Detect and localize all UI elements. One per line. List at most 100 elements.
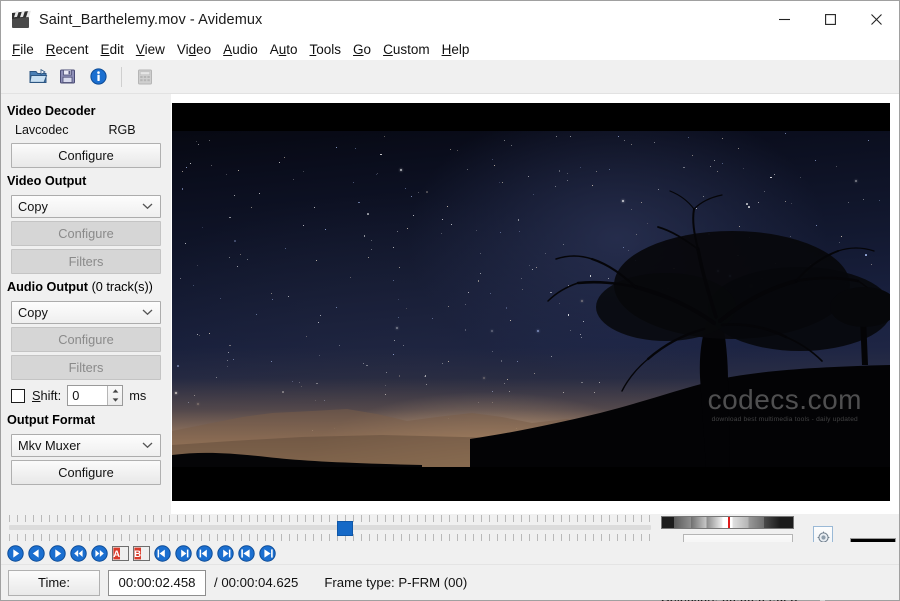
output-format-heading: Output Format	[7, 413, 96, 427]
star	[316, 259, 318, 261]
menu-auto[interactable]: Auto	[264, 40, 304, 59]
nav-set-marker-b-button[interactable]: B	[132, 544, 151, 563]
star	[402, 345, 404, 347]
star	[234, 240, 236, 242]
nav-goto-marker-b-button[interactable]	[258, 544, 277, 563]
star	[375, 174, 377, 176]
video-preview-pane[interactable]: codecs.com download best multimedia tool…	[171, 94, 899, 514]
menu-tools[interactable]: Tools	[304, 40, 348, 59]
chevron-down-icon	[136, 437, 153, 452]
title-bar: Saint_Barthelemy.mov - Avidemux	[1, 1, 899, 38]
nav-prev-black-frame-button[interactable]	[195, 544, 214, 563]
menu-recent[interactable]: Recent	[40, 40, 95, 59]
star	[184, 242, 186, 244]
toolbar-separator	[121, 66, 122, 87]
audio-output-selected-value: Copy	[18, 305, 48, 320]
star	[196, 264, 198, 266]
menu-custom[interactable]: Custom	[377, 40, 436, 59]
output-format-select[interactable]: Mkv Muxer	[11, 434, 161, 457]
time-button[interactable]: Time:	[8, 569, 100, 596]
star	[196, 141, 197, 142]
video-frame[interactable]: codecs.com download best multimedia tool…	[172, 103, 890, 501]
star	[358, 201, 360, 203]
navigation-toolbar: AB	[1, 542, 899, 564]
nav-goto-marker-a-button[interactable]	[237, 544, 256, 563]
star	[456, 150, 458, 152]
audio-output-heading: Audio Output (0 track(s))	[1, 277, 171, 298]
audio-output-filters-button[interactable]: Filters	[11, 355, 161, 380]
timeline-groove[interactable]	[9, 525, 651, 530]
star	[250, 206, 252, 208]
audio-shift-row: Shift: 0 ms	[11, 385, 171, 406]
nav-next-black-frame-button[interactable]	[216, 544, 235, 563]
video-decoder-info: Lavcodec RGB	[1, 122, 171, 141]
star	[426, 191, 428, 193]
maximize-button[interactable]	[807, 1, 853, 38]
video-output-configure-button[interactable]: Configure	[11, 221, 161, 246]
nav-prev-keyframe-button[interactable]	[153, 544, 172, 563]
star	[180, 277, 181, 279]
minimize-button[interactable]	[761, 1, 807, 38]
menu-audio[interactable]: Audio	[217, 40, 264, 59]
nav-play-button[interactable]	[6, 544, 25, 563]
nav-set-marker-a-button[interactable]: A	[111, 544, 130, 563]
star	[199, 334, 201, 336]
star	[367, 213, 369, 215]
tree-silhouette	[470, 167, 890, 467]
menu-edit[interactable]: Edit	[95, 40, 130, 59]
decoder-colorspace-label: RGB	[108, 123, 136, 137]
toolbar	[1, 60, 899, 94]
star	[569, 135, 571, 137]
video-output-selected-value: Copy	[18, 199, 48, 214]
stepper-down-icon[interactable]	[108, 396, 122, 406]
menu-file[interactable]: File	[6, 40, 40, 59]
star	[255, 313, 257, 315]
timeline-position-handle[interactable]	[337, 521, 353, 536]
star	[354, 147, 356, 149]
window-title: Saint_Barthelemy.mov - Avidemux	[39, 11, 263, 28]
star	[510, 144, 512, 146]
audio-shift-checkbox[interactable]	[11, 388, 25, 403]
nav-next-frame-button[interactable]	[48, 544, 67, 563]
audio-output-select[interactable]: Copy	[11, 301, 161, 324]
star	[352, 181, 354, 183]
total-time-label: / 00:00:04.625	[214, 575, 298, 590]
star	[335, 147, 337, 148]
nav-next-keyframe-button[interactable]	[174, 544, 193, 563]
video-output-filters-button[interactable]: Filters	[11, 249, 161, 274]
svg-text:A: A	[113, 548, 120, 559]
main-body: Video Decoder Lavcodec RGB Configure Vid…	[1, 94, 899, 514]
info-icon[interactable]	[83, 64, 113, 90]
star	[449, 148, 451, 150]
open-file-icon[interactable]	[23, 64, 53, 90]
nav-forward-button[interactable]	[90, 544, 109, 563]
star	[464, 329, 466, 331]
star	[687, 137, 689, 138]
nav-rewind-button[interactable]	[69, 544, 88, 563]
audio-shift-stepper[interactable]: 0	[67, 385, 124, 406]
star	[737, 147, 739, 149]
star	[446, 205, 448, 207]
star	[467, 291, 469, 293]
audio-output-track-count: (0 track(s))	[88, 280, 153, 294]
menu-view[interactable]: View	[130, 40, 171, 59]
stepper-up-icon[interactable]	[108, 386, 122, 396]
menu-video[interactable]: Video	[171, 40, 217, 59]
close-button[interactable]	[853, 1, 899, 38]
nav-previous-frame-button[interactable]	[27, 544, 46, 563]
time-separator: /	[214, 575, 218, 590]
decoder-codec-label: Lavcodec	[15, 123, 69, 137]
segment-overview-bar[interactable]	[661, 516, 794, 529]
menu-help[interactable]: Help	[436, 40, 476, 59]
menu-go[interactable]: Go	[347, 40, 377, 59]
star	[229, 344, 231, 346]
output-format-configure-button[interactable]: Configure	[11, 460, 161, 485]
video-decoder-configure-button[interactable]: Configure	[11, 143, 161, 168]
audio-output-configure-button[interactable]: Configure	[11, 327, 161, 352]
save-file-icon[interactable]	[53, 64, 83, 90]
stepper-arrows[interactable]	[107, 386, 123, 406]
star	[181, 170, 183, 172]
current-time-field[interactable]: 00:00:02.458	[108, 569, 206, 596]
timeline-ticks-bottom	[9, 534, 651, 541]
video-output-select[interactable]: Copy	[11, 195, 161, 218]
